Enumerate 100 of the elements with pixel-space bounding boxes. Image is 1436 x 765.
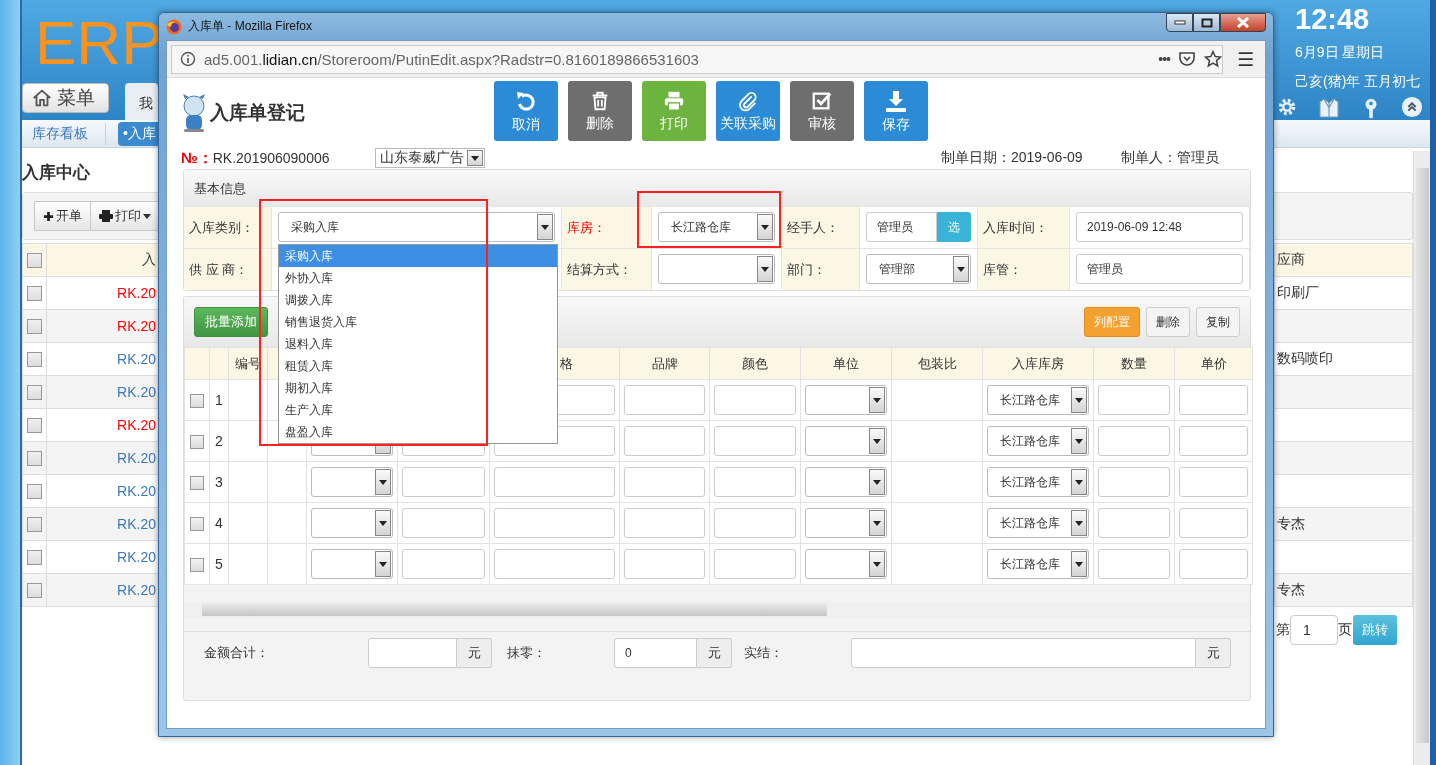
input-field[interactable] [368, 638, 457, 668]
input-field[interactable] [402, 508, 485, 538]
select-field[interactable] [311, 508, 393, 538]
select-field[interactable]: 长江路仓库 [987, 385, 1089, 415]
select-field[interactable] [805, 385, 887, 415]
input-field[interactable] [1179, 549, 1248, 579]
pocket-icon[interactable] [1178, 50, 1196, 68]
order-number-link[interactable]: RK.20 [117, 483, 156, 499]
checkbox[interactable] [190, 475, 204, 490]
select-field[interactable] [805, 508, 887, 538]
select-field[interactable] [311, 549, 393, 579]
dropdown-option[interactable]: 期初入库 [279, 377, 557, 399]
order-number-link[interactable]: RK.20 [117, 450, 156, 466]
select-field[interactable] [805, 467, 887, 497]
dropdown-option[interactable]: 退料入库 [279, 333, 557, 355]
chevrons-up-icon[interactable] [1401, 96, 1423, 120]
action-button[interactable]: 删除 [568, 81, 632, 141]
input-field[interactable] [1098, 549, 1170, 579]
shirt-icon[interactable] [1317, 96, 1341, 120]
checkbox[interactable] [27, 253, 42, 269]
select-field[interactable]: 长江路仓库 [987, 426, 1089, 456]
select-field[interactable] [658, 254, 775, 284]
input-field[interactable] [402, 549, 485, 579]
checkbox[interactable] [27, 385, 42, 401]
dropdown-option[interactable]: 外协入库 [279, 267, 557, 289]
action-button[interactable]: 保存 [864, 81, 928, 141]
select-field[interactable] [805, 426, 887, 456]
checkbox[interactable] [27, 451, 42, 467]
input-field[interactable] [1179, 385, 1248, 415]
order-number-link[interactable]: RK.20 [117, 549, 156, 565]
tab[interactable]: 我 [125, 83, 158, 120]
order-number-link[interactable]: RK.20 [117, 285, 156, 301]
order-number-link[interactable]: RK.20 [117, 417, 156, 433]
new-button[interactable]: 开单 [34, 201, 91, 231]
input-field[interactable] [624, 467, 705, 497]
address-bar[interactable]: ad5.001.lidian.cn/Storeroom/PutinEdit.aspx?Radstr=0.8160189866531603 ••• [171, 44, 1223, 74]
action-button[interactable]: 取消 [494, 81, 558, 141]
input-field[interactable]: 管理员 [866, 212, 937, 242]
minimize-button[interactable] [1166, 13, 1193, 32]
input-field[interactable] [624, 426, 705, 456]
order-number-link[interactable]: RK.20 [117, 384, 156, 400]
checkbox[interactable] [27, 583, 42, 599]
toolbar-button[interactable]: 复制 [1196, 307, 1240, 337]
input-field[interactable] [1098, 426, 1170, 456]
checkbox[interactable] [27, 484, 42, 500]
input-field[interactable] [714, 508, 796, 538]
action-button[interactable]: 审核 [790, 81, 854, 141]
star-icon[interactable] [1204, 50, 1222, 68]
dropdown-option[interactable]: 租赁入库 [279, 355, 557, 377]
menu-button[interactable]: 菜单 [22, 83, 109, 113]
input-field[interactable] [714, 385, 796, 415]
menu-button[interactable]: ☰ [1237, 47, 1255, 71]
info-icon[interactable] [180, 51, 196, 67]
select-field[interactable]: 长江路仓库 [987, 549, 1089, 579]
select-field[interactable] [805, 549, 887, 579]
input-field[interactable] [494, 467, 615, 497]
select-field[interactable]: 长江路仓库 [987, 467, 1089, 497]
nav-tab[interactable]: •入库 [118, 121, 161, 146]
dropdown-option[interactable]: 调拨入库 [279, 289, 557, 311]
input-field[interactable] [1098, 467, 1170, 497]
input-field[interactable] [1098, 385, 1170, 415]
dropdown-option[interactable]: 销售退货入库 [279, 311, 557, 333]
checkbox[interactable] [27, 319, 42, 335]
input-field[interactable] [494, 508, 615, 538]
input-field[interactable] [624, 549, 705, 579]
maximize-button[interactable] [1193, 13, 1220, 32]
input-field[interactable] [714, 426, 796, 456]
select-field[interactable]: 长江路仓库 [658, 212, 775, 242]
input-field[interactable]: 管理员 [1076, 254, 1243, 284]
select-field[interactable]: 长江路仓库 [987, 508, 1089, 538]
company-select[interactable]: 山东泰威广告 [374, 148, 485, 168]
input-field[interactable] [1179, 467, 1248, 497]
toolbar-button[interactable]: 删除 [1146, 307, 1190, 337]
nav-tab[interactable]: 库存看板 [27, 121, 93, 146]
checkbox[interactable] [27, 550, 42, 566]
input-field[interactable] [714, 467, 796, 497]
checkbox[interactable] [27, 418, 42, 434]
order-number-link[interactable]: RK.20 [117, 516, 156, 532]
select-field[interactable]: 采购入库 [278, 212, 555, 242]
input-field[interactable] [494, 549, 615, 579]
order-number-link[interactable]: RK.20 [117, 582, 156, 598]
checkbox[interactable] [190, 393, 204, 408]
close-button[interactable] [1220, 13, 1266, 32]
checkbox[interactable] [190, 557, 204, 572]
checkbox[interactable] [27, 517, 42, 533]
order-number-link[interactable]: RK.20 [117, 318, 156, 334]
checkbox[interactable] [190, 434, 204, 449]
input-field[interactable] [1098, 508, 1170, 538]
dropdown-option[interactable]: 生产入库 [279, 399, 557, 421]
checkbox[interactable] [27, 352, 42, 368]
more-button[interactable]: ••• [1158, 51, 1170, 67]
input-field[interactable] [1179, 426, 1248, 456]
select-field[interactable] [311, 467, 393, 497]
input-field[interactable] [624, 508, 705, 538]
input-field[interactable]: 0 [614, 638, 697, 668]
action-button[interactable]: 关联采购 [716, 81, 780, 141]
print-button[interactable]: 打印 [90, 201, 160, 231]
input-field[interactable] [851, 638, 1196, 668]
input-field[interactable] [714, 549, 796, 579]
input-field[interactable] [624, 385, 705, 415]
